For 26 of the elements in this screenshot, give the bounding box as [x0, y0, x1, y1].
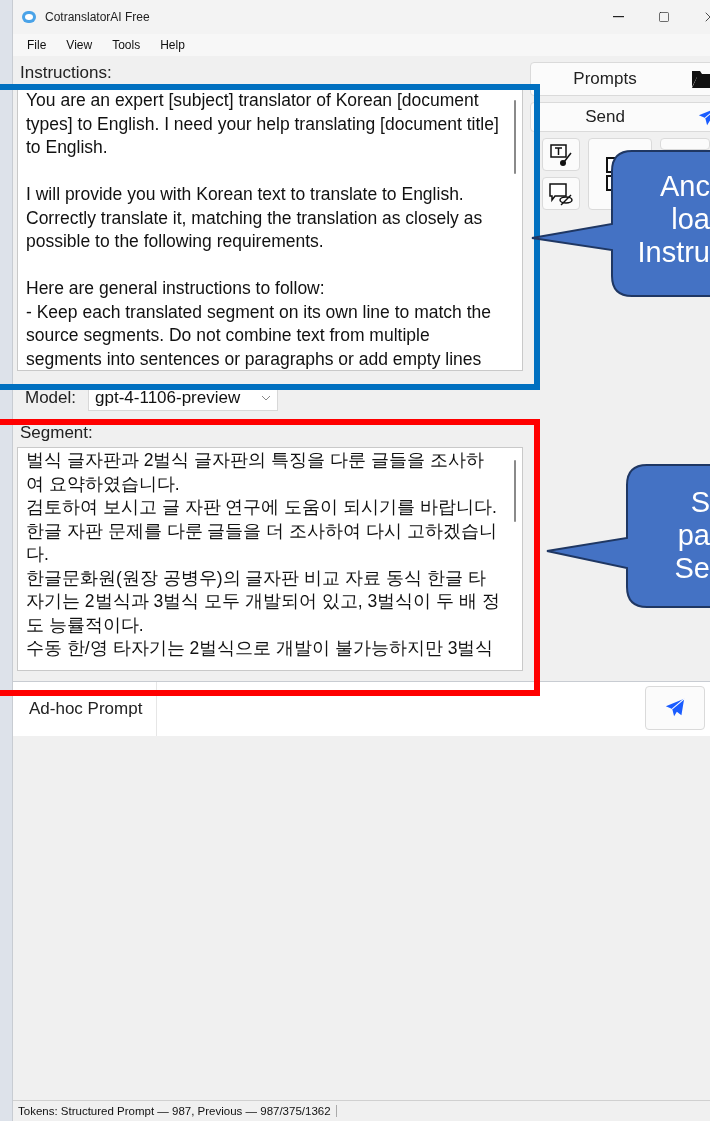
chat-hidden-icon [548, 181, 574, 206]
prompts-button[interactable]: Prompts [530, 62, 710, 96]
minimize-icon [612, 16, 624, 18]
segment-label: Segment: [19, 422, 94, 444]
scrollbar-thumb[interactable] [514, 460, 516, 522]
menu-item[interactable]: Help [152, 38, 193, 52]
instructions-text: You are an expert [subject] translator of Korean [document types] to English. I need your help translating [document title] to English. I will provide you with Korean text to translate to English. Correctly translate it, matching the translation as closely as possible to the following requirements. Here are general instructions to follow: - Keep each translated segment on its own line to match the source segments. Do not combine text from multiple segments into sentences or paragraphs or add empty lines [25, 89, 500, 370]
text-brush-icon [549, 142, 573, 167]
menu-item[interactable]: Tools [104, 38, 149, 52]
instructions-label: Instructions: [19, 62, 113, 84]
maximize-icon [658, 11, 670, 23]
app-logo-icon [21, 9, 37, 25]
folder-icon [691, 69, 710, 89]
status-text: Tokens: Structured Prompt — 987, Previous — 987/375/1362 [13, 1105, 337, 1117]
chevron-icon [261, 395, 272, 401]
callout-tooltip-text: S pa Se [674, 486, 710, 585]
menu-item[interactable]: File [19, 38, 55, 52]
adhoc-send-button[interactable] [645, 686, 706, 730]
window-title: CotranslatorAI Free [45, 10, 151, 24]
scrollbar-thumb[interactable] [514, 100, 516, 174]
menu-item[interactable]: View [58, 38, 101, 52]
send-icon [664, 697, 687, 719]
model-label: Model: [25, 388, 77, 408]
send-button[interactable]: Send [530, 102, 710, 132]
segment-text: 벌식 글자판과 2벌식 글자판의 특징을 다룬 글들을 조사하여 요약하였습니다. 검토하여 보시고 글 자판 연구에 도움이 되시기를 바랍니다. 한글 자판 문제를 다룬 글들을 더 조사하여 다시 고하겠습니다. 한글문화원(원장 공병우)의 글자판 비교 자료 동식 한글 타자기는 2벌식과 3벌식 모두 개발되어 있고, 3벌식이 두 배 정도 능률적이다. 수동 한/영 타자기는 2벌식으로 개발이 불가능하지만 3벌식 [25, 449, 501, 660]
callout-tooltip-text: Anc loa Instru [637, 170, 710, 269]
